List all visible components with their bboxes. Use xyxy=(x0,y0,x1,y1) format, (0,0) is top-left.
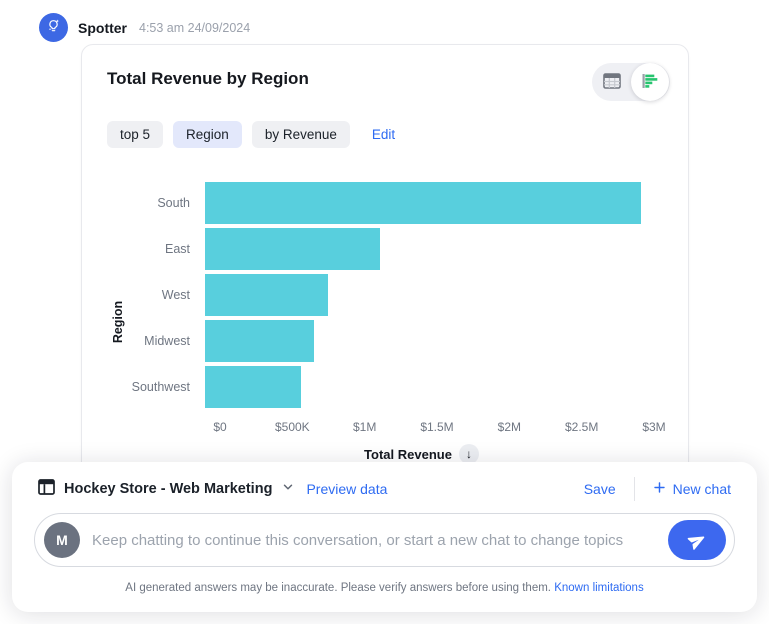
y-tick-label: Midwest xyxy=(129,334,205,348)
x-tick-label: $1.5M xyxy=(420,420,453,434)
app-name: Spotter xyxy=(78,20,127,36)
bar-row: Midwest xyxy=(129,318,654,364)
view-toggle xyxy=(592,63,670,101)
bar-row: East xyxy=(129,226,654,272)
token-by-revenue[interactable]: by Revenue xyxy=(252,121,350,148)
ai-disclaimer: AI generated answers may be inaccurate. … xyxy=(12,582,757,594)
answer-card: Total Revenue by Region xyxy=(81,44,689,474)
y-tick-label: West xyxy=(129,288,205,302)
table-icon xyxy=(603,73,621,92)
y-tick-label: East xyxy=(129,242,205,256)
bar-track xyxy=(205,228,654,270)
x-tick-label: $0 xyxy=(213,420,226,434)
send-button[interactable] xyxy=(668,520,726,560)
save-button[interactable]: Save xyxy=(584,481,616,497)
worksheet-icon xyxy=(38,479,55,500)
bar-south[interactable] xyxy=(205,182,641,224)
bar-track xyxy=(205,366,654,408)
new-chat-button[interactable]: New chat xyxy=(653,481,731,497)
y-tick-label: Southwest xyxy=(129,380,205,394)
bar-rows: South East West Midwest Southwest xyxy=(129,180,654,410)
chart-title: Total Revenue by Region xyxy=(107,69,309,89)
x-tick-label: $500K xyxy=(275,420,310,434)
y-tick-label: South xyxy=(129,196,205,210)
bar-midwest[interactable] xyxy=(205,320,314,362)
bar-row: West xyxy=(129,272,654,318)
x-tick-label: $3M xyxy=(642,420,665,434)
x-tick-label: $1M xyxy=(353,420,376,434)
x-tick-label: $2M xyxy=(498,420,521,434)
chat-footer-panel: Hockey Store - Web Marketing Preview dat… xyxy=(12,462,757,612)
chat-message-header: Spotter 4:53 am 24/09/2024 xyxy=(39,13,250,42)
query-token-bar: top 5 Region by Revenue Edit xyxy=(82,101,688,148)
sort-descending-icon[interactable]: ↓ xyxy=(459,444,479,464)
bar-west[interactable] xyxy=(205,274,328,316)
bar-track xyxy=(205,274,654,316)
spotter-avatar xyxy=(39,13,68,42)
worksheet-selector[interactable]: Hockey Store - Web Marketing xyxy=(38,479,295,500)
bar-chart-icon xyxy=(641,73,659,92)
bar-row: South xyxy=(129,180,654,226)
bar-track xyxy=(205,182,654,224)
bar-chart-view-button[interactable] xyxy=(631,63,669,101)
bar-track xyxy=(205,320,654,362)
divider xyxy=(634,477,635,501)
edit-query-link[interactable]: Edit xyxy=(372,127,395,142)
bar-southwest[interactable] xyxy=(205,366,301,408)
chat-input[interactable] xyxy=(92,532,656,549)
paper-plane-icon xyxy=(684,527,710,553)
worksheet-name: Hockey Store - Web Marketing xyxy=(64,481,272,497)
x-tick-label: $2.5M xyxy=(565,420,598,434)
spotter-page: Spotter 4:53 am 24/09/2024 Total Revenue… xyxy=(0,0,769,624)
message-timestamp: 4:53 am 24/09/2024 xyxy=(139,21,250,35)
plus-icon xyxy=(653,481,666,497)
lightbulb-sparkle-icon xyxy=(45,17,62,39)
bar-chart: Region South East West Midwest Southwest $0 $… xyxy=(82,148,688,464)
token-region[interactable]: Region xyxy=(173,121,242,148)
user-avatar: M xyxy=(44,522,80,558)
preview-data-link[interactable]: Preview data xyxy=(306,481,387,497)
y-axis-title: Region xyxy=(107,180,129,464)
chat-input-container: M xyxy=(34,513,735,567)
known-limitations-link[interactable]: Known limitations xyxy=(554,582,643,594)
x-axis-ticks: $0$500K$1M$1.5M$2M$2.5M$3M xyxy=(129,420,654,435)
bar-east[interactable] xyxy=(205,228,380,270)
table-view-button[interactable] xyxy=(593,63,631,101)
x-axis-title: Total Revenue ↓ xyxy=(189,444,654,464)
bar-row: Southwest xyxy=(129,364,654,410)
chevron-down-icon xyxy=(281,480,295,499)
token-top-5[interactable]: top 5 xyxy=(107,121,163,148)
